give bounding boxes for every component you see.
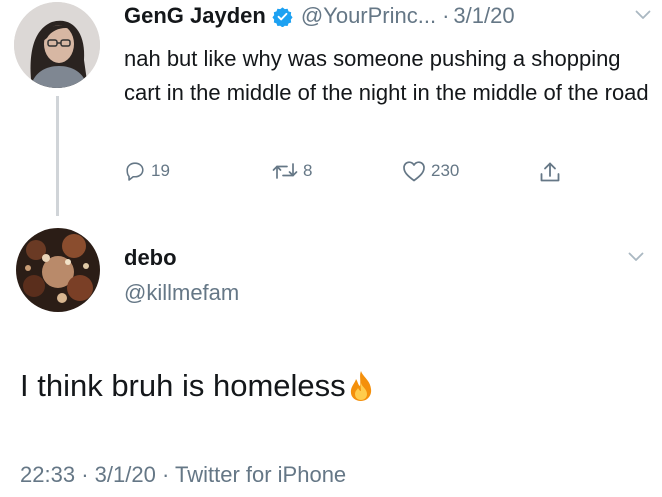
reply-date: 3/1/20 [94, 462, 156, 487]
verified-badge-icon [272, 6, 293, 27]
heart-icon [403, 161, 425, 182]
fire-emoji [350, 371, 371, 401]
reply-icon [126, 162, 144, 181]
avatar-photo [14, 2, 100, 88]
tweet-date[interactable]: 3/1/20 [453, 3, 514, 29]
reply-action[interactable]: 19 [124, 160, 170, 182]
share-icon [540, 162, 560, 182]
reply-display-name[interactable]: debo [124, 245, 177, 271]
reply-time: 22:33 [20, 462, 76, 487]
reply-handle[interactable]: @killmefam [124, 280, 239, 306]
retweet-icon [272, 163, 298, 179]
reply-tweet-text: I think bruh is homeless [20, 368, 346, 403]
separator-dot: · [81, 462, 89, 487]
tweet-source-link[interactable]: Twitter for iPhone [175, 462, 346, 487]
like-count: 230 [431, 161, 460, 180]
reply-meta: 22:33 · 3/1/20 · Twitter for iPhone [20, 462, 346, 488]
like-action[interactable]: 230 [402, 160, 459, 182]
parent-tweet-header: GenG Jayden @YourPrinc... · 3/1/20 [124, 3, 515, 29]
chevron-down-icon[interactable] [628, 252, 644, 262]
separator-dot: · [161, 462, 170, 487]
retweet-count: 8 [303, 161, 313, 180]
chevron-down-icon[interactable] [635, 10, 651, 20]
display-name[interactable]: GenG Jayden [124, 3, 266, 29]
reply-tweet-text-row: I think bruh is homeless [20, 368, 374, 404]
avatar-geng-jayden[interactable] [14, 2, 100, 88]
avatar-photo [16, 228, 100, 312]
share-action[interactable] [538, 160, 567, 184]
parent-tweet-text: nah but like why was someone pushing a s… [124, 46, 649, 105]
separator-dot: · [442, 3, 450, 28]
thread-connector-line [56, 96, 59, 216]
reply-count: 19 [151, 161, 170, 180]
avatar-debo[interactable] [16, 228, 100, 312]
handle[interactable]: @YourPrinc... [301, 3, 436, 29]
retweet-action[interactable]: 8 [272, 160, 312, 182]
